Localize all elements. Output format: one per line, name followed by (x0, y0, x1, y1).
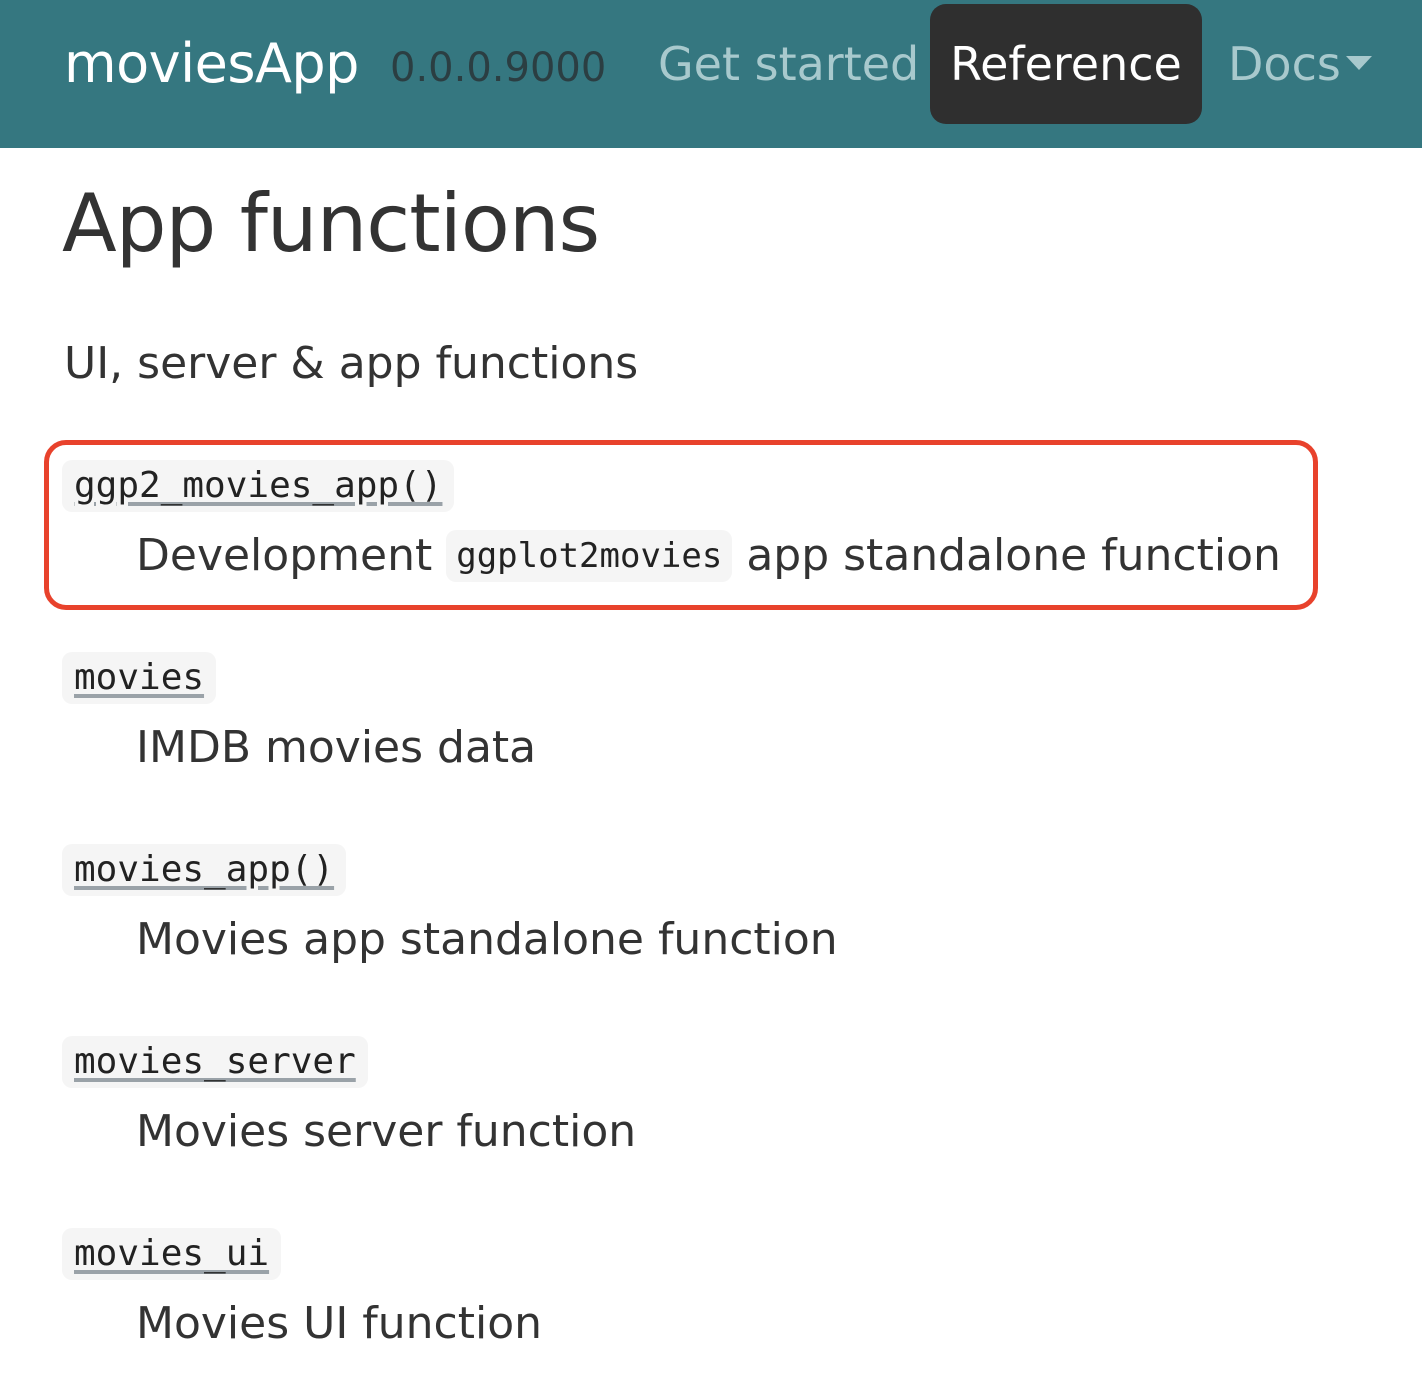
function-description: Movies UI function (136, 1298, 543, 1349)
nav-docs[interactable]: Docs (1228, 34, 1341, 94)
inline-code: ggplot2movies (446, 530, 733, 582)
function-description: Development ggplot2movies app standalone… (136, 526, 1281, 586)
nav-reference[interactable]: Reference (930, 4, 1202, 124)
function-description: IMDB movies data (136, 722, 537, 773)
page-title: App functions (62, 177, 600, 270)
function-link-ggp2-movies-app[interactable]: ggp2_movies_app() (62, 460, 455, 512)
version-label: 0.0.0.9000 (390, 45, 607, 91)
function-link-movies-ui[interactable]: movies_ui (62, 1228, 282, 1280)
function-link-movies[interactable]: movies (62, 652, 217, 704)
function-description: Movies app standalone function (136, 914, 838, 965)
navbar: moviesApp 0.0.0.9000 Get started Referen… (0, 0, 1422, 148)
section-subtitle: UI, server & app functions (64, 338, 639, 389)
description-text: Development (136, 530, 433, 581)
function-link-movies-server[interactable]: movies_server (62, 1036, 368, 1088)
caret-down-icon[interactable] (1346, 56, 1372, 70)
function-description: Movies server function (136, 1106, 637, 1157)
nav-get-started[interactable]: Get started (658, 34, 919, 94)
function-link-movies-app[interactable]: movies_app() (62, 844, 347, 896)
brand-link[interactable]: moviesApp (64, 26, 359, 102)
description-text: app standalone function (746, 530, 1281, 581)
